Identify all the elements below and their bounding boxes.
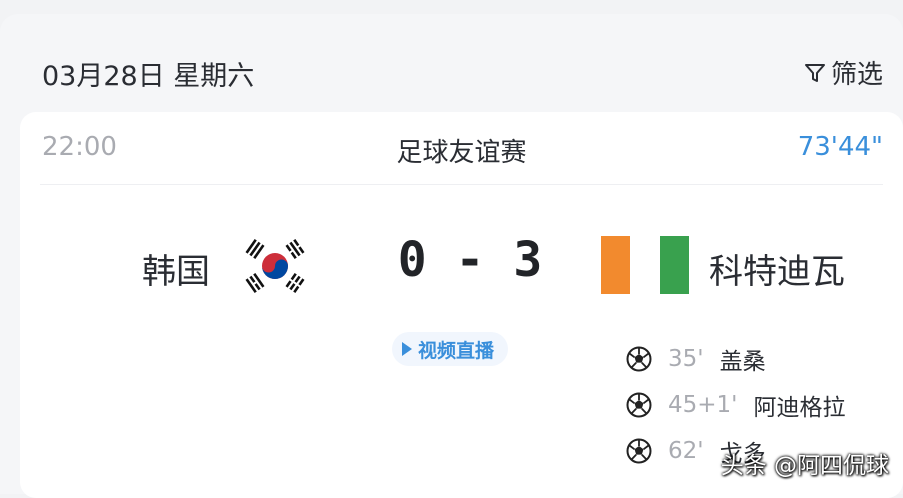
- goal-scorer: 阿迪格拉: [753, 395, 846, 421]
- away-team-name: 科特迪瓦: [709, 252, 845, 292]
- match-clock: 73'44": [797, 132, 883, 162]
- home-team-name: 韩国: [142, 252, 210, 292]
- date-header: 03月28日 星期六: [42, 61, 255, 92]
- filter-icon: [804, 63, 825, 82]
- filter-button[interactable]: 筛选: [803, 54, 883, 91]
- soccer-ball-icon: [626, 392, 652, 418]
- live-stream-button[interactable]: 视频直播: [392, 332, 509, 366]
- score: 0 - 3: [397, 232, 543, 288]
- goal-item: 45+1' 阿迪格拉: [626, 382, 846, 428]
- league-name: 足球友谊赛: [396, 138, 527, 168]
- watermark: 头条 @阿四侃球: [720, 453, 889, 479]
- goal-minute: 35': [668, 346, 704, 372]
- live-stream-label: 视频直播: [418, 339, 495, 362]
- match-card[interactable]: 22:00 足球友谊赛 73'44" 韩国 0 - 3 科特迪瓦 视频直播 35…: [20, 112, 903, 498]
- soccer-ball-icon: [626, 438, 652, 464]
- divider: [40, 184, 883, 185]
- filter-label: 筛选: [830, 60, 883, 90]
- soccer-ball-icon: [626, 346, 652, 372]
- goal-minute: 45+1': [668, 392, 738, 418]
- goal-item: 35' 盖桑: [626, 336, 846, 382]
- ivory-coast-flag-icon: [601, 236, 689, 294]
- south-korea-flag-icon: [245, 239, 305, 293]
- goal-scorer: 盖桑: [719, 349, 766, 375]
- goal-minute: 62': [668, 438, 704, 464]
- play-icon: [402, 342, 412, 356]
- match-list-panel: 03月28日 星期六 筛选 22:00 足球友谊赛 73'44" 韩国 0 - …: [0, 14, 903, 498]
